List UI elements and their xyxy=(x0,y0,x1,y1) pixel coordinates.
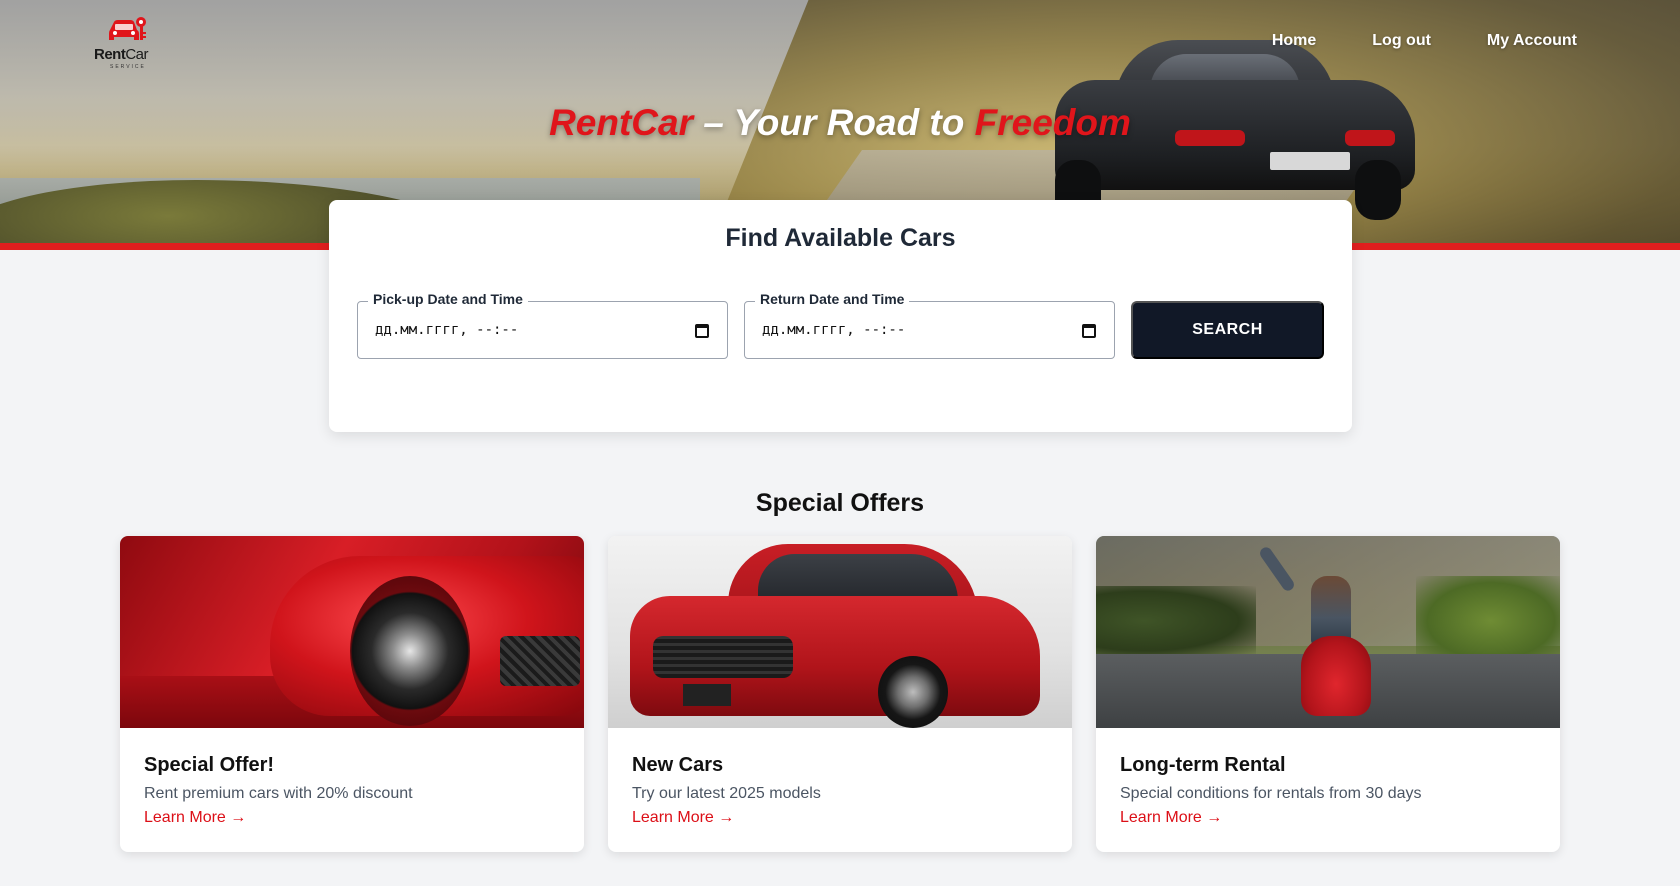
top-nav: Home Log out My Account xyxy=(1272,32,1577,50)
offer-description: Rent premium cars with 20% discount xyxy=(144,785,413,802)
pickup-value: дд.мм.гггг, --:-- xyxy=(375,322,519,338)
rentcar-logo[interactable]: RentCar SERVICE xyxy=(92,16,164,70)
offer-image-red-sports-car xyxy=(120,536,584,728)
return-label: Return Date and Time xyxy=(755,291,910,307)
search-card: Find Available Cars Pick-up Date and Tim… xyxy=(329,200,1352,432)
car-key-icon xyxy=(109,17,146,40)
hero-title-brand: RentCar xyxy=(549,102,693,143)
learn-more-link[interactable]: Learn More → xyxy=(632,809,734,827)
pickup-label: Pick-up Date and Time xyxy=(368,291,528,307)
nav-my-account[interactable]: My Account xyxy=(1487,32,1577,50)
offer-image-red-sedan xyxy=(608,536,1072,728)
logo-text: RentCar xyxy=(94,46,149,63)
hero-title: RentCar – Your Road to Freedom xyxy=(0,102,1680,144)
learn-more-link[interactable]: Learn More → xyxy=(1120,809,1222,827)
return-value: дд.мм.гггг, --:-- xyxy=(762,322,906,338)
offer-card-long-term: Long-term Rental Special conditions for … xyxy=(1096,536,1560,852)
special-offers-title: Special Offers xyxy=(755,489,925,517)
hero-title-end: Freedom xyxy=(974,102,1131,143)
offer-title: Special Offer! xyxy=(144,754,275,776)
learn-more-link[interactable]: Learn More → xyxy=(144,809,246,827)
calendar-icon[interactable] xyxy=(695,324,709,338)
pickup-datetime-input[interactable]: Pick-up Date and Time дд.мм.гггг, --:-- xyxy=(357,291,728,359)
search-title: Find Available Cars xyxy=(725,224,956,252)
offer-card-special: Special Offer! Rent premium cars with 20… xyxy=(120,536,584,852)
nav-home[interactable]: Home xyxy=(1272,32,1316,50)
offer-card-new-cars: New Cars Try our latest 2025 models Lear… xyxy=(608,536,1072,852)
offer-title: New Cars xyxy=(632,754,724,776)
offer-title: Long-term Rental xyxy=(1120,754,1286,776)
logo-subtitle: SERVICE xyxy=(110,64,146,70)
nav-logout[interactable]: Log out xyxy=(1372,32,1431,50)
return-datetime-input[interactable]: Return Date and Time дд.мм.гггг, --:-- xyxy=(744,291,1115,359)
search-button[interactable]: SEARCH xyxy=(1131,301,1324,359)
calendar-icon[interactable] xyxy=(1082,324,1096,338)
offer-description: Try our latest 2025 models xyxy=(632,785,821,802)
offer-image-kid-toy-car xyxy=(1096,536,1560,728)
hero-title-middle: – Your Road to xyxy=(693,102,975,143)
offer-description: Special conditions for rentals from 30 d… xyxy=(1120,785,1422,802)
